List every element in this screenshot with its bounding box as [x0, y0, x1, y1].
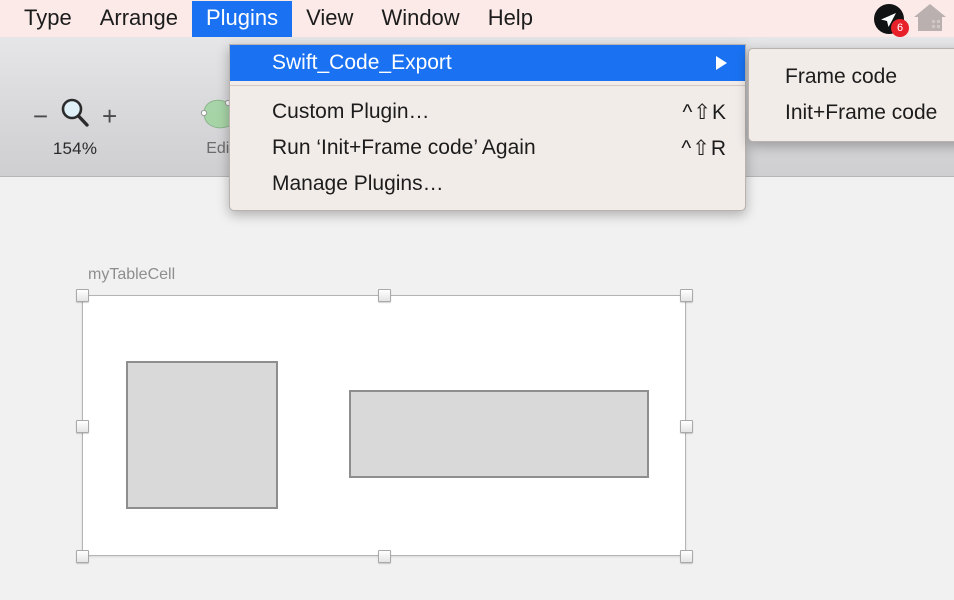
menu-item-arrange[interactable]: Arrange: [86, 1, 192, 37]
paper-plane-icon[interactable]: 6: [874, 4, 904, 34]
menu-entry-custom-plugin-shortcut: ^⇧K: [683, 100, 727, 125]
resize-handle-bottom-center[interactable]: [378, 550, 391, 563]
menu-separator: [230, 85, 745, 86]
square-rectangle[interactable]: [126, 361, 278, 509]
menu-item-window[interactable]: Window: [367, 1, 473, 37]
zoom-out-button[interactable]: −: [33, 106, 48, 126]
zoom-in-button[interactable]: +: [102, 106, 117, 126]
menu-bar: Type Arrange Plugins View Window Help 6: [0, 0, 954, 38]
resize-handle-top-center[interactable]: [378, 289, 391, 302]
menu-entry-manage-plugins[interactable]: Manage Plugins…: [230, 166, 745, 202]
menu-entry-swift-code-export-label: Swift_Code_Export: [272, 51, 700, 75]
wide-rectangle[interactable]: [349, 390, 649, 478]
resize-handle-middle-left[interactable]: [76, 420, 89, 433]
zoom-control: − + 154%: [10, 96, 140, 159]
resize-handle-top-left[interactable]: [76, 289, 89, 302]
swift-code-export-submenu: Frame code Init+Frame code: [748, 48, 954, 142]
menu-entry-custom-plugin-label: Custom Plugin…: [272, 100, 659, 124]
menu-entry-swift-code-export[interactable]: Swift_Code_Export: [230, 45, 745, 81]
house-glyph: [912, 1, 948, 31]
plugins-dropdown-menu: Swift_Code_Export Custom Plugin… ^⇧K Run…: [229, 44, 746, 211]
app-window: Type Arrange Plugins View Window Help 6: [0, 0, 954, 600]
selected-group[interactable]: [82, 295, 686, 556]
shape-name-label: myTableCell: [88, 266, 175, 284]
submenu-entry-frame-code[interactable]: Frame code: [749, 59, 954, 95]
magnifier-glyph: [58, 96, 92, 130]
notification-badge: 6: [891, 19, 909, 37]
resize-handle-bottom-right[interactable]: [680, 550, 693, 563]
menu-item-help[interactable]: Help: [474, 1, 547, 37]
menu-entry-run-again-label: Run ‘Init+Frame code’ Again: [272, 136, 657, 160]
menu-entry-run-again[interactable]: Run ‘Init+Frame code’ Again ^⇧R: [230, 130, 745, 166]
resize-handle-middle-right[interactable]: [680, 420, 693, 433]
menu-entry-custom-plugin[interactable]: Custom Plugin… ^⇧K: [230, 94, 745, 130]
menu-entry-run-again-shortcut: ^⇧R: [681, 136, 727, 161]
resize-handle-bottom-left[interactable]: [76, 550, 89, 563]
magnifier-icon[interactable]: [58, 96, 92, 135]
canvas[interactable]: myTableCell: [0, 177, 954, 600]
chevron-right-icon: [716, 56, 727, 70]
zoom-level-label[interactable]: 154%: [10, 139, 140, 159]
menu-item-type[interactable]: Type: [10, 1, 86, 37]
menu-bar-status-area: 6: [874, 0, 954, 37]
submenu-entry-init-frame-code[interactable]: Init+Frame code: [749, 95, 954, 131]
menu-item-plugins[interactable]: Plugins: [192, 1, 292, 37]
menu-entry-manage-plugins-label: Manage Plugins…: [272, 172, 727, 196]
menu-item-view[interactable]: View: [292, 1, 367, 37]
house-icon[interactable]: [912, 1, 948, 36]
resize-handle-top-right[interactable]: [680, 289, 693, 302]
